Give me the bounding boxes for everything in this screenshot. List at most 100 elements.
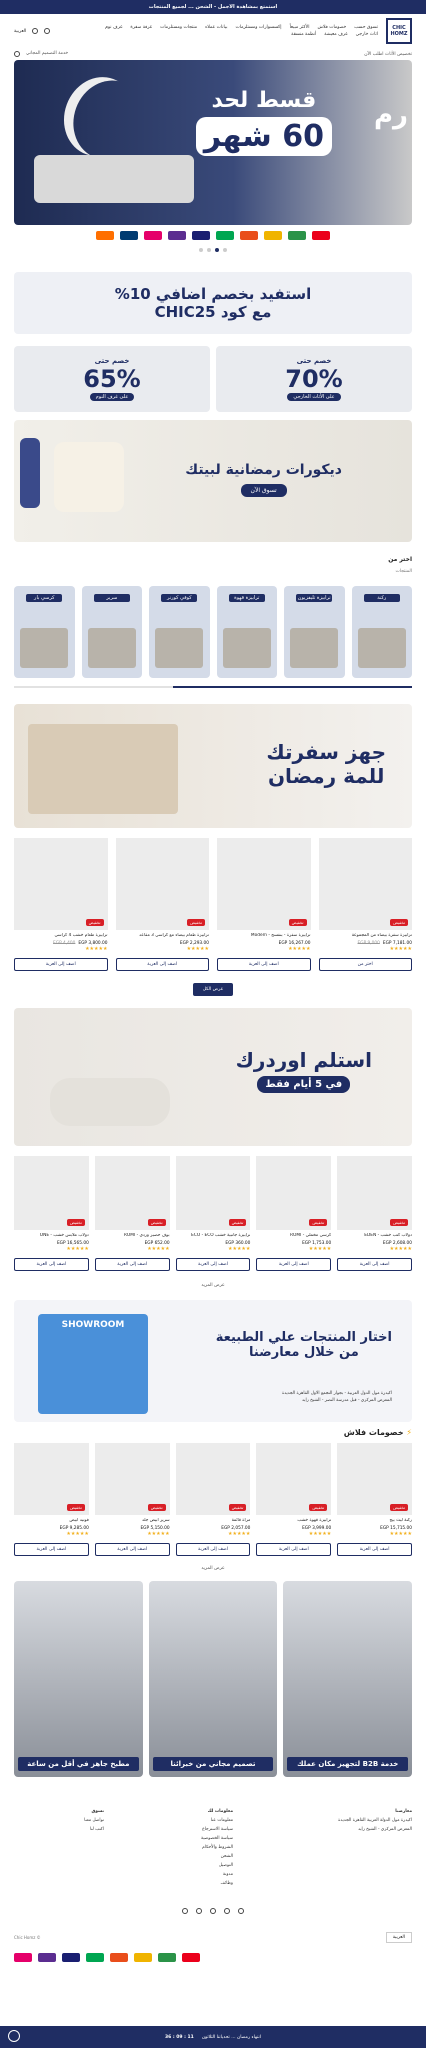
footer-link[interactable]: تواصل معنا [14, 1816, 104, 1825]
product-card[interactable]: تخفيض دولاب ملابس خشب - ONE EGP 16,565.00 ★… [14, 1156, 89, 1271]
facebook-icon[interactable] [238, 1908, 244, 1914]
category-card[interactable]: كوفي كورنر [149, 586, 210, 678]
hero-banner[interactable]: قسط لحد 60 شهر رم [14, 60, 412, 225]
category-card[interactable]: ركنة [351, 586, 412, 678]
service-card[interactable]: تصميم مجاني من خبرائنا [148, 1581, 278, 1777]
tiktok-icon[interactable] [196, 1908, 202, 1914]
add-to-cart-button[interactable]: اضف إلى العربة [256, 1258, 332, 1271]
footer-link[interactable]: التوصيل [143, 1861, 233, 1870]
product-card[interactable]: تخفيض ترابيزة قهوة خشب EGP 3,999.00 ★★★★★ اض… [256, 1443, 332, 1556]
product-image[interactable]: تخفيض [115, 838, 209, 930]
footer-link[interactable]: وظائف [143, 1879, 233, 1888]
flash-more-link[interactable]: عرض المزيد [0, 1566, 426, 1571]
language-select[interactable]: العربية [14, 29, 26, 34]
product-image[interactable]: تخفيض [94, 1443, 170, 1515]
add-to-cart-button[interactable]: اضف إلى العربة [337, 1543, 412, 1556]
product-image[interactable]: تخفيض [217, 838, 311, 930]
product-title[interactable]: سرير أبيض جلد [95, 1518, 170, 1524]
product-card[interactable]: تخفيض ترابيزة طعام خشب 4 كراسي EGP 3,800.0… [14, 838, 108, 971]
nav-item[interactable]: خصومات فلاش [317, 25, 346, 30]
product-image[interactable]: تخفيض [256, 1443, 332, 1515]
youtube-icon[interactable] [210, 1908, 216, 1914]
product-card[interactable]: تخفيض دولاب كتب خشب - EDEN EGP 2,608.00 ★★★… [337, 1156, 412, 1271]
product-title[interactable]: ترابيزة سفرة بيضاء من المجموعة [319, 933, 412, 939]
product-image[interactable]: تخفيض [256, 1156, 332, 1230]
footer-link[interactable]: الشروط والأحكام [143, 1843, 233, 1852]
product-title[interactable]: كرسي مخملي - ROMI [256, 1233, 331, 1239]
service-card[interactable]: مطبخ جاهز في أقل من ساعة [13, 1581, 143, 1777]
search-icon[interactable] [14, 51, 20, 57]
carousel-dots[interactable] [0, 246, 426, 262]
add-to-cart-button[interactable]: اضف إلى العربة [14, 1543, 89, 1556]
nav-item[interactable]: تسوق حسب [354, 25, 378, 30]
nav-item[interactable]: غرفة سفرة [130, 25, 152, 30]
product-card[interactable]: تخفيض مرآة قائمة EGP 2,057.00 ★★★★★ اضف إلى … [175, 1443, 251, 1556]
footer-link[interactable]: معلومات عنا [143, 1816, 233, 1825]
product-image[interactable]: تخفيض [14, 1443, 89, 1515]
footer-link[interactable]: سياسة الاسترجاع [143, 1825, 233, 1834]
footer-link[interactable]: المعرض المركزي - الشيخ زايد [272, 1825, 412, 1834]
promo-code-banner[interactable]: استفيد بخصم اضافي 10% مع كود CHIC25 [14, 272, 412, 334]
delivery-banner[interactable]: استلم اوردرك في 5 أيام فقط [14, 1008, 412, 1146]
product-image[interactable]: تخفيض [14, 838, 108, 930]
category-card[interactable]: سرير [81, 586, 142, 678]
product-card[interactable]: تخفيض ترابيزة سفرة - بنفسج - Modern EGP 16… [217, 838, 311, 971]
product-card[interactable]: تخفيض كرسي مخملي - ROMI EGP 1,753.00 ★★★★★ ا… [256, 1156, 332, 1271]
deal-card[interactable]: خصم حتى 65% على غرف النوم [14, 346, 210, 412]
category-card[interactable]: كرسي بار [14, 586, 75, 678]
product-image[interactable]: تخفيض [175, 1443, 251, 1515]
product-title[interactable]: دولاب ملابس خشب - ONE [14, 1233, 89, 1239]
add-to-cart-button[interactable]: اضف إلى العربة [94, 1543, 170, 1556]
dining-banner[interactable]: جهز سفرتك للمة رمضان [14, 704, 412, 828]
footer-link[interactable]: سياسة الخصوصية [143, 1834, 233, 1843]
product-image[interactable]: تخفيض [94, 1156, 170, 1230]
product-card[interactable]: تخفيض سرير أبيض جلد EGP 5,150.00 ★★★★★ اضف إ… [94, 1443, 170, 1556]
product-card[interactable]: تخفيض ركنة ليث بيج EGP 15,715.00 ★★★★★ اضف إ… [337, 1443, 412, 1556]
product-card[interactable]: تخفيض ترابيزة طعام بيضاء مع كراسي 3 مقاعد… [115, 838, 209, 971]
cart-icon[interactable] [44, 28, 51, 34]
product-title[interactable]: ترابيزة قهوة خشب [256, 1518, 331, 1524]
nav-item[interactable]: أنظمة منسقة [291, 32, 316, 37]
service-card[interactable]: خدمة B2B لتجهيز مكان عملك [283, 1581, 412, 1777]
category-scrollbar[interactable] [14, 686, 412, 688]
ramadan-decor-banner[interactable]: ديكورات رمضانية لبيتك تسوق الآن [14, 420, 412, 542]
deal-card[interactable]: خصم حتى 70% على الأثاث الخارجي [216, 346, 412, 412]
ramadan-cta[interactable]: تسوق الآن [240, 484, 287, 497]
product-title[interactable]: بوف حصير وردي - ROMI [95, 1233, 170, 1239]
nav-item[interactable]: غرف معيشة [324, 32, 347, 37]
view-all-button[interactable]: عرض الكل [193, 983, 233, 996]
category-card[interactable]: ترابيزة قهوة [216, 586, 277, 678]
add-to-cart-button[interactable]: اضف إلى العربة [337, 1258, 412, 1271]
product-title[interactable]: فوتيه أبيض [14, 1518, 88, 1524]
footer-link[interactable]: مدونة [143, 1870, 233, 1879]
product-card[interactable]: تخفيض بوف حصير وردي - ROMI EGP 652.00 ★★★★★… [94, 1156, 170, 1271]
add-to-cart-button[interactable]: اضف إلى العربة [217, 958, 311, 971]
add-to-cart-button[interactable]: اضف إلى العربة [14, 958, 108, 971]
add-to-cart-button[interactable]: اضف إلى العربة [256, 1543, 332, 1556]
nav-item[interactable]: إكسسوارات ومستلزمات [236, 25, 282, 30]
product-image[interactable]: تخفيض [337, 1156, 412, 1230]
add-to-cart-button[interactable]: اختر من [318, 958, 412, 971]
product-title[interactable]: دولاب كتب خشب - EDEN [337, 1233, 412, 1239]
add-to-cart-button[interactable]: اضف إلى العربة [115, 958, 209, 971]
region-select[interactable]: العربية [385, 1932, 412, 1943]
product-card[interactable]: تخفيض ترابيزة سفرة بيضاء من المجموعة EGP 7… [318, 838, 412, 971]
footer-link[interactable]: اكيدرة مول الدولة العربية القاهرة الجديد… [272, 1816, 412, 1825]
nav-item[interactable]: منتجات ومستلزمات [160, 25, 197, 30]
nav-item[interactable]: الأكثر مبيعاً [290, 25, 310, 30]
pinterest-icon[interactable] [182, 1908, 188, 1914]
add-to-cart-button[interactable]: اضف إلى العربة [14, 1258, 89, 1271]
more-link[interactable]: عرض المزيد [0, 1283, 426, 1288]
product-image[interactable]: تخفيض [318, 838, 412, 930]
instagram-icon[interactable] [224, 1908, 230, 1914]
sub-bar-right[interactable]: تخصيص الأثاث اطلب الآن [364, 52, 412, 57]
showroom-banner[interactable]: SHOWROOM اختار المنتجات علي الطبيعة من خ… [14, 1300, 412, 1422]
product-title[interactable]: ترابيزة سفرة - بنفسج - Modern [217, 933, 311, 939]
product-title[interactable]: ترابيزة طعام بيضاء مع كراسي 3 مقاعد [116, 933, 209, 939]
product-image[interactable]: تخفيض [175, 1156, 251, 1230]
add-to-cart-button[interactable]: اضف إلى العربة [175, 1543, 251, 1556]
product-card[interactable]: تخفيض فوتيه أبيض EGP 9,285.00 ★★★★★ اضف إلى … [14, 1443, 89, 1556]
product-image[interactable]: تخفيض [14, 1156, 89, 1230]
category-card[interactable]: ترابيزة تليفزيون [284, 586, 345, 678]
nav-item[interactable]: بيانات عملاء [205, 25, 227, 30]
